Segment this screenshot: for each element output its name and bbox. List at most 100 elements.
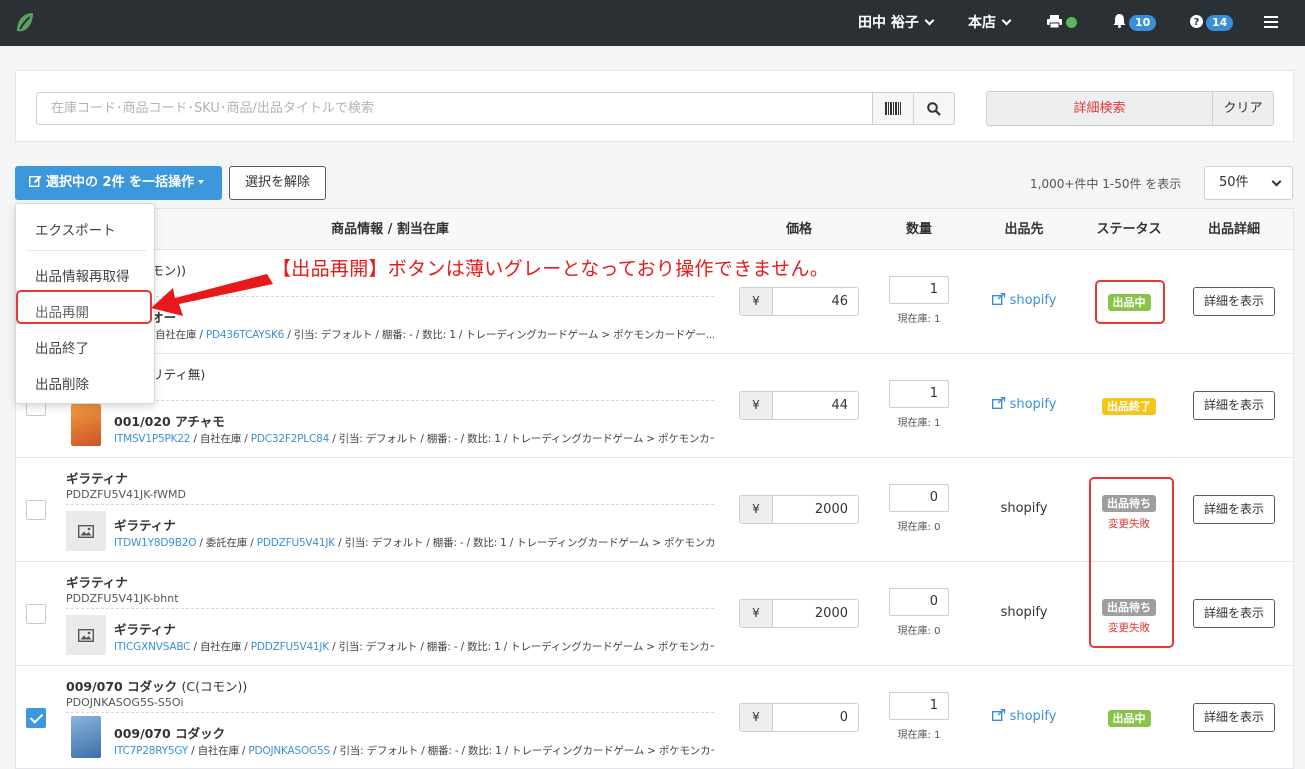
chevron-down-icon: [1271, 176, 1282, 187]
product-title-text: 009/070 コダック: [66, 679, 178, 694]
status-badge-wrap: 出品終了: [1079, 398, 1179, 415]
price-input-group[interactable]: ¥2000: [739, 599, 859, 628]
quantity-input[interactable]: 1: [889, 380, 949, 408]
menu-item-refetch[interactable]: 出品情報再取得: [35, 265, 130, 285]
row-checkbox[interactable]: [26, 500, 46, 520]
row-divider: [66, 504, 714, 505]
row-divider: [66, 712, 714, 713]
bulk-action-button[interactable]: 選択中の 2件 を一括操作: [15, 166, 222, 200]
search-button[interactable]: [913, 92, 955, 125]
table-row: E (その他(レアリティ無)YQS001/020 アチャモITMSV1P5PK2…: [16, 354, 1293, 458]
edit-icon: [28, 175, 42, 188]
price-input-group[interactable]: ¥2000: [739, 495, 859, 524]
user-menu[interactable]: 田中 裕子: [858, 0, 935, 46]
product-code-link[interactable]: PDDZFU5V41JK: [251, 641, 329, 653]
top-navbar: 田中 裕子 本店 10 ? 14: [0, 0, 1305, 46]
inventory-meta: ITICGXNVSABC / 自社在庫 / PDDZFU5V41JK / 引当:…: [114, 639, 714, 654]
hamburger-icon: [1264, 16, 1278, 28]
table-header: 商品情報 / 割当在庫 価格 数量 出品先 ステータス 出品詳細: [16, 209, 1293, 250]
product-code-link[interactable]: PDDZFU5V41JK: [257, 537, 335, 549]
deselect-button[interactable]: 選択を解除: [229, 166, 326, 200]
svg-text:?: ?: [1194, 17, 1200, 28]
table-row: 009/070 コダック (C(コモン)) PDOJNKASOG5S-S5Oi 00…: [16, 666, 1293, 768]
hamburger-menu-button[interactable]: [1264, 0, 1278, 46]
image-icon: [78, 524, 94, 538]
inventory-meta: ITMSV1P5PK22 / 自社在庫 / PDC32F2PLC84 / 引当:…: [114, 431, 714, 446]
destination-channel[interactable]: shopify: [974, 293, 1074, 308]
quantity-input[interactable]: 1: [889, 692, 949, 720]
printer-status[interactable]: [1047, 0, 1077, 46]
search-input[interactable]: [36, 92, 873, 125]
view-detail-button[interactable]: 詳細を表示: [1193, 599, 1275, 628]
price-value: 0: [839, 710, 848, 725]
help-menu[interactable]: ? 14: [1190, 0, 1234, 46]
view-detail-button[interactable]: 詳細を表示: [1193, 495, 1275, 524]
view-detail-button[interactable]: 詳細を表示: [1193, 391, 1275, 420]
price-value: 46: [831, 294, 848, 309]
notifications[interactable]: 10: [1113, 0, 1157, 46]
clear-button[interactable]: クリア: [1212, 92, 1273, 125]
printer-status-dot: [1066, 17, 1077, 28]
row-divider: [66, 608, 714, 609]
menu-item-delete-listing[interactable]: 出品削除: [35, 373, 89, 393]
currency-addon: ¥: [740, 704, 773, 731]
warehouse-name: 自社在庫: [197, 745, 239, 757]
price-input-group[interactable]: ¥44: [739, 391, 859, 420]
view-detail-button[interactable]: 詳細を表示: [1193, 287, 1275, 316]
app-logo[interactable]: [14, 11, 36, 35]
chevron-down-icon: [924, 15, 935, 26]
image-icon: [78, 628, 94, 642]
inventory-meta: ITDW1Y8D9B2O / 委託在庫 / PDDZFU5V41JK / 引当:…: [114, 535, 714, 550]
currency-addon: ¥: [740, 392, 773, 419]
chevron-down-icon: [1001, 15, 1012, 26]
product-title-text: ギラティナ: [66, 575, 128, 590]
inventory-code-link[interactable]: ITICGXNVSABC: [114, 641, 191, 653]
inventory-code-link[interactable]: ITMSV1P5PK22: [114, 433, 190, 445]
destination-channel: shopify: [974, 605, 1074, 620]
current-stock: 現在庫: 0: [897, 626, 941, 637]
per-page-select[interactable]: 50件: [1204, 166, 1293, 200]
inventory-code-link[interactable]: ITC7P28RY5GY: [114, 745, 188, 757]
product-listing-code: PDDZFU5V41JK-bhnt: [66, 592, 179, 605]
inventory-details: / 引当: デフォルト / 棚番: - / 数比: 1 / トレーディングカード…: [333, 745, 714, 757]
advanced-search-button[interactable]: 詳細検索: [987, 92, 1212, 125]
destination-label: shopify: [1009, 293, 1057, 308]
header-status: ステータス: [1096, 222, 1162, 237]
price-value: 2000: [814, 502, 848, 517]
inventory-name: 001/020 アチャモ: [114, 414, 225, 429]
price-input-group[interactable]: ¥0: [739, 703, 859, 732]
store-menu[interactable]: 本店: [968, 0, 1012, 46]
printer-icon: [1047, 15, 1062, 29]
header-price: 価格: [785, 222, 812, 237]
menu-item-export[interactable]: エクスポート: [35, 219, 116, 239]
destination-channel[interactable]: shopify: [974, 397, 1074, 412]
product-title: ギラティナ: [66, 468, 128, 487]
view-detail-button[interactable]: 詳細を表示: [1193, 703, 1275, 732]
inventory-details: / 引当: デフォルト / 棚番: - / 数比: 1 / トレーディングカード…: [332, 641, 714, 653]
price-input-group[interactable]: ¥46: [739, 287, 859, 316]
quantity-input[interactable]: 1: [889, 276, 949, 304]
menu-highlight-box: [16, 290, 152, 324]
status-highlight-box: [1089, 477, 1174, 648]
product-listing-code: PDDZFU5V41JK-fWMD: [66, 488, 186, 501]
result-count-text: 1,000+件中 1-50件 を表示: [1030, 177, 1182, 191]
menu-item-end-listing[interactable]: 出品終了: [35, 337, 89, 357]
row-checkbox[interactable]: [26, 708, 46, 728]
product-code-link[interactable]: PDC32F2PLC84: [251, 433, 330, 445]
inventory-name: ギラティナ: [114, 518, 176, 533]
caret-down-icon: [198, 180, 205, 184]
product-code-link[interactable]: PDOJNKASOG5S: [248, 745, 330, 757]
barcode-scan-button[interactable]: [872, 92, 914, 125]
destination-channel[interactable]: shopify: [974, 709, 1074, 724]
row-checkbox[interactable]: [26, 604, 46, 624]
inventory-details: / 引当: デフォルト / 棚番: - / 数比: 1 / トレーディングカード…: [338, 537, 714, 549]
bulk-action-label: 選択中の 2件 を一括操作: [46, 175, 195, 190]
store-name: 本店: [968, 15, 996, 31]
annotation-arrow: [151, 274, 273, 316]
quantity-input[interactable]: 0: [889, 484, 949, 512]
row-divider: [66, 400, 714, 401]
product-title: ギラティナ: [66, 572, 128, 591]
inventory-code-link[interactable]: ITDW1Y8D9B2O: [114, 537, 196, 549]
quantity-input[interactable]: 0: [889, 588, 949, 616]
advanced-search-group: 詳細検索 クリア: [986, 91, 1274, 126]
